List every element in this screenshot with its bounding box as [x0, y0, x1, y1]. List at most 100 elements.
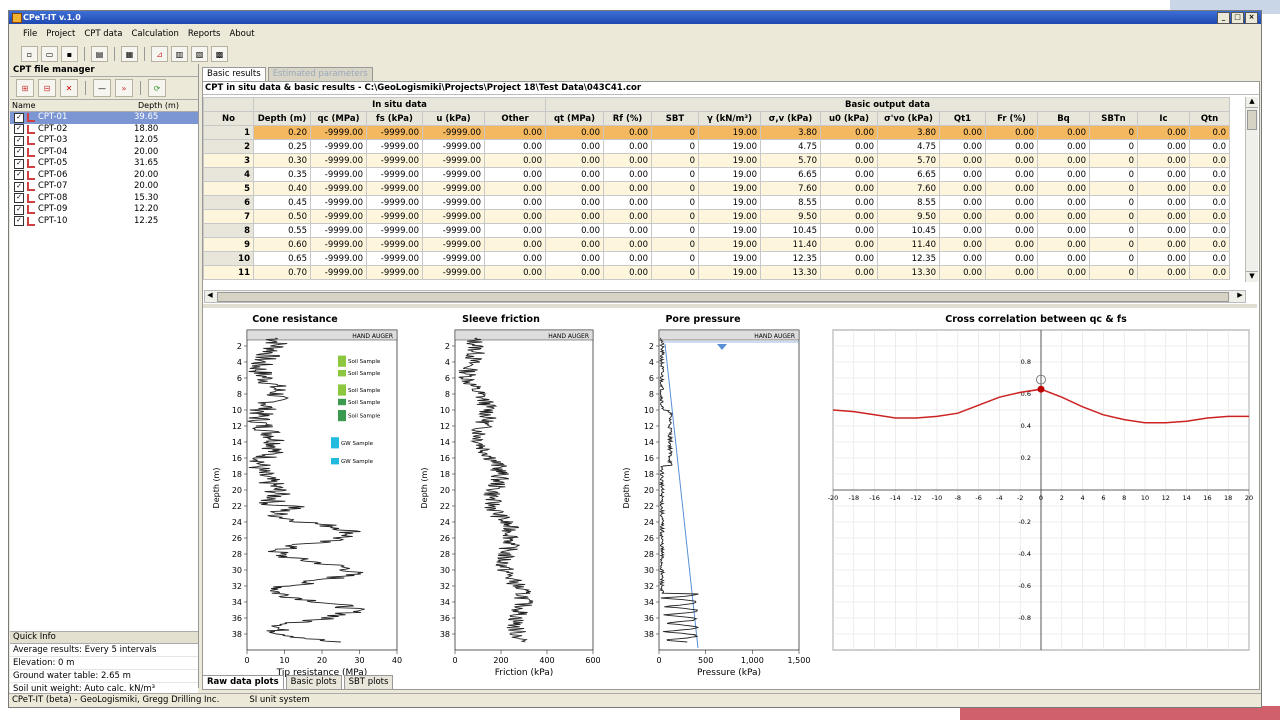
table-cell[interactable]: 0.00	[1037, 265, 1090, 280]
file-checkbox[interactable]: ✓	[14, 204, 24, 215]
table-cell[interactable]: 0.00	[1137, 237, 1190, 252]
table-cell[interactable]: 0.00	[985, 237, 1038, 252]
table-cell[interactable]: 0.00	[1137, 125, 1190, 140]
table-cell[interactable]: 0.00	[939, 251, 986, 266]
table-cell[interactable]: 0.00	[939, 139, 986, 154]
table-cell[interactable]: 0.00	[1037, 125, 1090, 140]
chart-icon[interactable]: ⊿	[151, 46, 168, 62]
table-cell[interactable]: 0.0	[1189, 167, 1230, 182]
table-cell[interactable]: 0.00	[603, 223, 652, 238]
table-cell[interactable]: -9999.00	[366, 153, 423, 168]
file-row[interactable]: ✓ CPT-06 20.00	[10, 170, 198, 182]
table-cell[interactable]: 0.00	[603, 209, 652, 224]
table-cell[interactable]: 13.30	[877, 265, 940, 280]
table-cell[interactable]: -9999.00	[422, 181, 485, 196]
table-cell[interactable]: 0.00	[545, 251, 604, 266]
table-cell[interactable]: 4	[203, 167, 254, 182]
table-cell[interactable]: -9999.00	[310, 195, 367, 210]
table-cell[interactable]: 0.00	[603, 139, 652, 154]
table-cell[interactable]: -9999.00	[366, 181, 423, 196]
table-cell[interactable]: 0.0	[1189, 209, 1230, 224]
table-cell[interactable]: 0	[1089, 181, 1138, 196]
table-cell[interactable]: 3	[203, 153, 254, 168]
table-cell[interactable]: 0.00	[603, 167, 652, 182]
table-cell[interactable]: 0.00	[603, 237, 652, 252]
table-cell[interactable]: 8	[203, 223, 254, 238]
table-cell[interactable]: 0.00	[1037, 195, 1090, 210]
table-row[interactable]: 1 0.20 -9999.00 -9999.00 -9999.00 0.00 0.00 0.0…	[203, 125, 1230, 140]
table-cell[interactable]: 3.80	[760, 125, 821, 140]
table-cell[interactable]: 2	[203, 139, 254, 154]
menu-calculation[interactable]: Calculation	[131, 29, 178, 39]
table-cell[interactable]: 0.00	[603, 153, 652, 168]
table-cell[interactable]: -9999.00	[310, 251, 367, 266]
table-row[interactable]: 6 0.45 -9999.00 -9999.00 -9999.00 0.00 0.00 0.0…	[203, 195, 1230, 210]
delete-icon[interactable]: ✕	[60, 79, 78, 97]
table-cell[interactable]: 0.00	[545, 195, 604, 210]
table-cell[interactable]: -9999.00	[310, 181, 367, 196]
menu-about[interactable]: About	[229, 29, 254, 39]
table-cell[interactable]: -9999.00	[366, 125, 423, 140]
table-cell[interactable]: 0	[651, 167, 699, 182]
menu-reports[interactable]: Reports	[188, 29, 221, 39]
column-header[interactable]: Qt1	[939, 111, 986, 126]
table-cell[interactable]: 9.50	[877, 209, 940, 224]
table-cell[interactable]: 0.00	[939, 125, 986, 140]
table-cell[interactable]: 8.55	[760, 195, 821, 210]
file-checkbox[interactable]: ✓	[14, 193, 24, 204]
table-cell[interactable]: 0	[1089, 209, 1138, 224]
export-icon[interactable]: ▧	[191, 46, 208, 62]
table-cell[interactable]: 0.00	[484, 223, 546, 238]
open-folder-icon[interactable]: ▭	[41, 46, 58, 62]
table-cell[interactable]: 19.00	[698, 195, 761, 210]
table-cell[interactable]: 0.00	[1137, 223, 1190, 238]
table-cell[interactable]: 7.60	[877, 181, 940, 196]
table-cell[interactable]: 0.40	[253, 181, 311, 196]
minimize-button[interactable]: _	[1217, 12, 1230, 24]
table-cell[interactable]: 3.80	[877, 125, 940, 140]
table-cell[interactable]: 8.55	[877, 195, 940, 210]
file-checkbox[interactable]: ✓	[14, 181, 24, 192]
table-cell[interactable]: 0.00	[939, 265, 986, 280]
table-cell[interactable]: 19.00	[698, 251, 761, 266]
file-row[interactable]: ✓ CPT-01 39.65	[10, 112, 198, 124]
file-row[interactable]: ✓ CPT-03 12.05	[10, 135, 198, 147]
table-cell[interactable]: -9999.00	[310, 139, 367, 154]
table-cell[interactable]: 0.00	[985, 139, 1038, 154]
table-cell[interactable]: 0.00	[545, 265, 604, 280]
file-checkbox[interactable]: ✓	[14, 112, 24, 123]
table-cell[interactable]: -9999.00	[366, 167, 423, 182]
table-cell[interactable]: 13.30	[760, 265, 821, 280]
table-cell[interactable]: 19.00	[698, 125, 761, 140]
table-cell[interactable]: 0.00	[985, 265, 1038, 280]
table-cell[interactable]: 0.00	[985, 195, 1038, 210]
table-cell[interactable]: 0.45	[253, 195, 311, 210]
tab-basic-results[interactable]: Basic results	[202, 67, 266, 81]
table-cell[interactable]: -9999.00	[366, 209, 423, 224]
table-cell[interactable]: -9999.00	[422, 195, 485, 210]
table-cell[interactable]: 0	[1089, 195, 1138, 210]
column-header[interactable]: σ,v (kPa)	[760, 111, 821, 126]
table-icon[interactable]: ▤	[91, 46, 108, 62]
table-cell[interactable]: 0.00	[985, 167, 1038, 182]
table-cell[interactable]: 0.00	[985, 153, 1038, 168]
file-checkbox[interactable]: ✓	[14, 170, 24, 181]
table-cell[interactable]: -9999.00	[366, 237, 423, 252]
report-icon[interactable]: ▥	[171, 46, 188, 62]
table-cell[interactable]: 0.60	[253, 237, 311, 252]
table-cell[interactable]: 0.0	[1189, 181, 1230, 196]
col-depth[interactable]: Depth (m)	[136, 100, 179, 111]
table-cell[interactable]: 0.00	[545, 167, 604, 182]
table-cell[interactable]: -9999.00	[422, 125, 485, 140]
column-header[interactable]: No	[203, 111, 254, 126]
table-cell[interactable]: 0.00	[820, 181, 878, 196]
table-cell[interactable]: 0.00	[484, 251, 546, 266]
column-header[interactable]: σ'vo (kPa)	[877, 111, 940, 126]
table-cell[interactable]: -9999.00	[310, 167, 367, 182]
table-cell[interactable]: 0.00	[484, 139, 546, 154]
table-cell[interactable]: 0.00	[1137, 251, 1190, 266]
file-checkbox[interactable]: ✓	[14, 147, 24, 158]
table-cell[interactable]: 0.00	[939, 209, 986, 224]
file-checkbox[interactable]: ✓	[14, 124, 24, 135]
column-header[interactable]: SBTn	[1089, 111, 1138, 126]
